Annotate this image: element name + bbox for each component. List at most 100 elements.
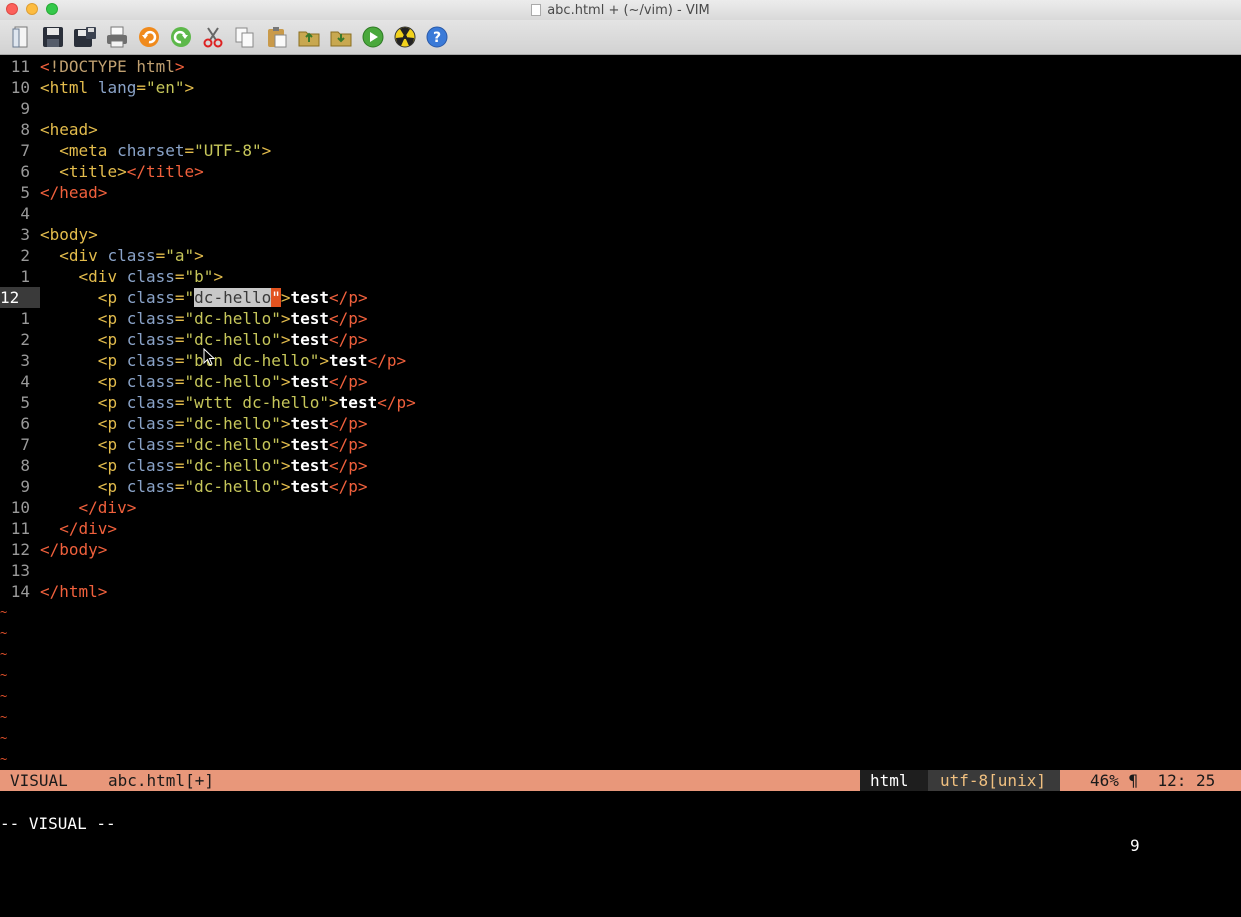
code-text: </div>: [59, 519, 118, 538]
line-number: 10: [10, 498, 30, 517]
code-text: <p class="dc-hello">test</p>: [97, 414, 368, 433]
code-line[interactable]: 9: [0, 98, 1241, 119]
print-icon[interactable]: [104, 24, 130, 50]
code-text: <p class="dc-hello">test</p>: [97, 330, 368, 349]
code-line[interactable]: 4: [0, 203, 1241, 224]
empty-line-tilde: ~: [0, 689, 8, 703]
line-number: 1: [20, 309, 30, 328]
save-session-icon[interactable]: [328, 24, 354, 50]
cut-icon[interactable]: [200, 24, 226, 50]
command-line[interactable]: -- VISUAL -- 9: [0, 791, 1241, 855]
save-icon[interactable]: [40, 24, 66, 50]
make-icon[interactable]: [392, 24, 418, 50]
code-text: <p class="wttt dc-hello">test</p>: [97, 393, 416, 412]
code-text: <body>: [40, 225, 98, 244]
line-number: 12: [0, 287, 40, 308]
code-text: <p class="dc-hello">test</p>: [97, 435, 368, 454]
code-line[interactable]: 12 </body>: [0, 539, 1241, 560]
copy-icon[interactable]: [232, 24, 258, 50]
code-line[interactable]: 11 </div>: [0, 518, 1241, 539]
status-mode: VISUAL: [10, 771, 68, 790]
code-line[interactable]: 10 </div>: [0, 497, 1241, 518]
code-text: <p class="dc-hello">test</p>: [97, 309, 368, 328]
undo-icon[interactable]: [136, 24, 162, 50]
line-number: 4: [20, 372, 30, 391]
code-text: <p class="dc-hello">test</p>: [97, 372, 368, 391]
code-line[interactable]: 8 <head>: [0, 119, 1241, 140]
code-text: <p class="dc-hello">test</p>: [97, 456, 368, 475]
line-number: 1: [20, 267, 30, 286]
code-line[interactable]: 11 <!DOCTYPE html>: [0, 56, 1241, 77]
code-text: <!DOCTYPE html>: [40, 57, 185, 76]
document-icon: [531, 4, 542, 16]
status-pilcrow: ¶: [1128, 771, 1139, 790]
code-text: <title></title>: [59, 162, 204, 181]
line-number: 3: [20, 225, 30, 244]
code-line[interactable]: 2 <p class="dc-hello">test</p>: [0, 329, 1241, 350]
code-line[interactable]: 1 <div class="b">: [0, 266, 1241, 287]
code-text: </div>: [78, 498, 137, 517]
mouse-pointer-icon: [203, 348, 215, 366]
code-line[interactable]: 9 <p class="dc-hello">test</p>: [0, 476, 1241, 497]
minimize-window-button[interactable]: [26, 3, 38, 15]
redo-icon[interactable]: [168, 24, 194, 50]
code-line[interactable]: 1 <p class="dc-hello">test</p>: [0, 308, 1241, 329]
tilde-lines: ~ ~ ~ ~ ~ ~ ~ ~: [0, 602, 1241, 770]
code-text: </body>: [40, 540, 108, 559]
title-bar: abc.html + (~/vim) - VIM: [0, 0, 1241, 20]
line-number: 3: [20, 351, 30, 370]
code-line[interactable]: 5 </head>: [0, 182, 1241, 203]
editor-buffer[interactable]: 11 <!DOCTYPE html> 10 <html lang="en"> 9 8 <he…: [0, 56, 1241, 768]
code-line[interactable]: 5 <p class="wttt dc-hello">test</p>: [0, 392, 1241, 413]
line-number: 6: [20, 414, 30, 433]
code-line[interactable]: 13: [0, 560, 1241, 581]
open-icon[interactable]: [8, 24, 34, 50]
empty-line-tilde: ~: [0, 710, 8, 724]
line-number: 2: [20, 330, 30, 349]
paste-icon[interactable]: [264, 24, 290, 50]
line-number: 12: [10, 540, 30, 559]
code-line[interactable]: 6 <title></title>: [0, 161, 1241, 182]
code-line[interactable]: 14 </html>: [0, 581, 1241, 602]
current-code-line[interactable]: 12 <p class="dc-hello">test</p>: [0, 287, 1241, 308]
empty-line-tilde: ~: [0, 647, 8, 661]
code-line[interactable]: 3 <body>: [0, 224, 1241, 245]
code-line[interactable]: 4 <p class="dc-hello">test</p>: [0, 371, 1241, 392]
save-all-icon[interactable]: [72, 24, 98, 50]
svg-text:?: ?: [433, 30, 441, 46]
line-number: 6: [20, 162, 30, 181]
line-number: 11: [10, 57, 30, 76]
close-window-button[interactable]: [6, 3, 18, 15]
code-line[interactable]: 10 <html lang="en">: [0, 77, 1241, 98]
status-line: VISUAL abc.html[+] html utf-8[unix] 46% …: [0, 770, 1241, 813]
line-number: 5: [20, 183, 30, 202]
zoom-window-button[interactable]: [46, 3, 58, 15]
line-number: 4: [20, 204, 30, 223]
empty-line-tilde: ~: [0, 668, 8, 682]
code-line[interactable]: 7 <p class="dc-hello">test</p>: [0, 434, 1241, 455]
load-session-icon[interactable]: [296, 24, 322, 50]
empty-line-tilde: ~: [0, 605, 8, 619]
status-encoding: utf-8[unix]: [928, 770, 1060, 791]
empty-line-tilde: ~: [0, 626, 8, 640]
status-separator-icon: [78, 770, 138, 813]
code-line[interactable]: 8 <p class="dc-hello">test</p>: [0, 455, 1241, 476]
help-icon[interactable]: ?: [424, 24, 450, 50]
code-line[interactable]: 7 <meta charset="UTF-8">: [0, 140, 1241, 161]
code-text: <head>: [40, 120, 98, 139]
window-title: abc.html + (~/vim) - VIM: [547, 2, 710, 18]
code-line[interactable]: 6 <p class="dc-hello">test</p>: [0, 413, 1241, 434]
line-number: 8: [20, 456, 30, 475]
run-script-icon[interactable]: [360, 24, 386, 50]
code-text: <p class="dc-hello">test</p>: [97, 477, 368, 496]
line-number: 14: [10, 582, 30, 601]
line-number: 11: [10, 519, 30, 538]
empty-line-tilde: ~: [0, 731, 8, 745]
status-cursor-position: 12: 25: [1157, 771, 1216, 790]
code-text: </html>: [40, 582, 108, 601]
code-text: <div class="a">: [59, 246, 204, 265]
line-number: 8: [20, 120, 30, 139]
code-text: <meta charset="UTF-8">: [59, 141, 272, 160]
code-line[interactable]: 2 <div class="a">: [0, 245, 1241, 266]
code-line[interactable]: 3 <p class="btn dc-hello">test</p>: [0, 350, 1241, 371]
